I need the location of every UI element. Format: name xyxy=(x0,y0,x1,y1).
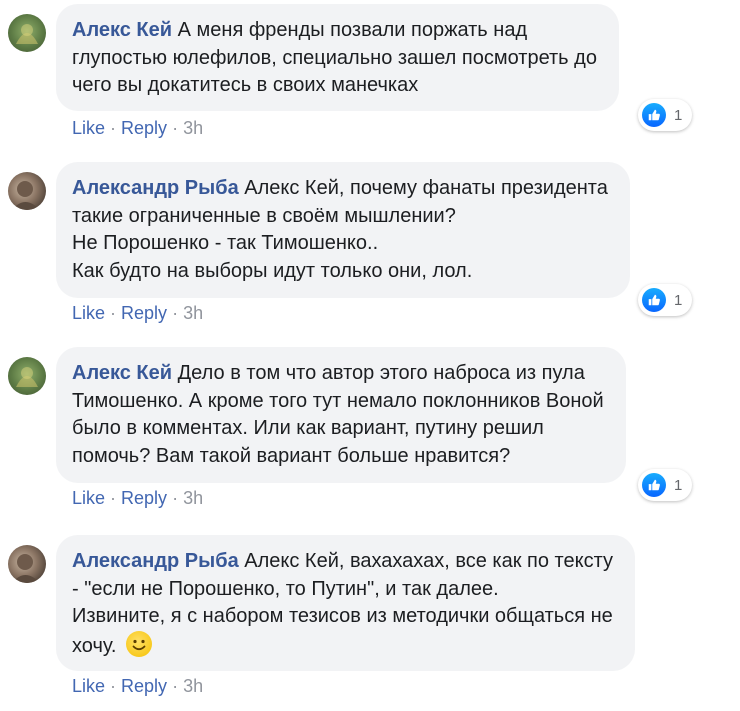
like-link[interactable]: Like xyxy=(72,488,105,508)
comment-text: Алекс Кей, почему фанаты президента xyxy=(244,177,608,199)
comment-text-line: Алекс Кей А меня френды позвали поржать … xyxy=(72,17,597,45)
reply-link[interactable]: Reply xyxy=(121,118,167,138)
reaction-count: 1 xyxy=(674,291,683,309)
avatar[interactable] xyxy=(8,545,46,583)
timestamp[interactable]: 3h xyxy=(183,676,203,696)
thumbs-up-icon xyxy=(642,103,666,127)
like-link[interactable]: Like xyxy=(72,118,105,138)
avatar[interactable] xyxy=(8,357,46,395)
comment-text-line: было в комментах. Или как вариант, путин… xyxy=(72,417,544,439)
comment-text: А меня френды позвали поржать над xyxy=(177,19,528,41)
comment-bubble: Алекс Кей Дело в том что автор этого наб… xyxy=(56,347,626,483)
comment-author[interactable]: Александр Рыба xyxy=(72,550,239,572)
comment-text-line: Александр Рыба Алекс Кей, почему фанаты … xyxy=(72,175,608,203)
avatar[interactable] xyxy=(8,14,46,52)
comment-actions: Like · Reply · 3h xyxy=(72,118,203,139)
comment-actions: Like · Reply · 3h xyxy=(72,488,203,509)
comment-bubble: Александр Рыба Алекс Кей, почему фанаты … xyxy=(56,162,630,298)
comment-text-line: Как будто на выборы идут только они, лол… xyxy=(72,259,473,282)
thumbs-up-icon xyxy=(642,288,666,312)
comment-text-line: хочу. xyxy=(72,630,613,661)
separator: · xyxy=(105,676,122,696)
comment-author[interactable]: Алекс Кей xyxy=(72,362,172,384)
comment-text-line: Извините, я с набором тезисов из методич… xyxy=(72,605,613,627)
reaction-count: 1 xyxy=(674,476,683,494)
comment-text-line: чего вы докатитесь в своих манечках xyxy=(72,74,419,96)
reply-link[interactable]: Reply xyxy=(121,303,167,323)
reaction-badge[interactable]: 1 xyxy=(638,284,693,316)
smiling-face-icon xyxy=(126,630,152,657)
comment-text: Алекс Кей, вахахахах, все как по тексту xyxy=(244,550,613,572)
timestamp[interactable]: 3h xyxy=(183,303,203,323)
comment-text-line: помочь? Вам такой вариант больше нравитс… xyxy=(72,444,511,467)
separator: · xyxy=(167,488,184,508)
comment-text: Дело в том что автор этого наброса из пу… xyxy=(177,362,585,384)
comment-author[interactable]: Александр Рыба xyxy=(72,177,239,199)
timestamp[interactable]: 3h xyxy=(183,488,203,508)
avatar[interactable] xyxy=(8,172,46,210)
comment-text-line: Не Порошенко - так Тимошенко.. xyxy=(72,232,379,254)
comment-text-line: Алекс Кей Дело в том что автор этого наб… xyxy=(72,360,604,388)
comment-text-line: глупостью юлефилов, специально зашел пос… xyxy=(72,46,597,69)
comment-bubble: Александр Рыба Алекс Кей, вахахахах, все… xyxy=(56,535,635,671)
comment-actions: Like · Reply · 3h xyxy=(72,303,203,324)
comment-text-line: Тимошенко. А кроме того тут немало покло… xyxy=(72,389,604,412)
reaction-badge[interactable]: 1 xyxy=(638,99,693,131)
like-link[interactable]: Like xyxy=(72,303,105,323)
separator: · xyxy=(167,118,184,138)
reply-link[interactable]: Reply xyxy=(121,676,167,696)
separator: · xyxy=(105,303,122,323)
comment-text-line: такие ограниченные в своём мышлении? xyxy=(72,204,456,227)
like-link[interactable]: Like xyxy=(72,676,105,696)
timestamp[interactable]: 3h xyxy=(183,118,203,138)
separator: · xyxy=(105,488,122,508)
thumbs-up-icon xyxy=(642,473,666,497)
reaction-count: 1 xyxy=(674,106,683,124)
separator: · xyxy=(167,676,184,696)
comment-text: хочу. xyxy=(72,634,117,657)
comment-text-line: Александр Рыба Алекс Кей, вахахахах, все… xyxy=(72,548,613,576)
comment-bubble: Алекс Кей А меня френды позвали поржать … xyxy=(56,4,619,111)
comment-author[interactable]: Алекс Кей xyxy=(72,19,172,41)
separator: · xyxy=(167,303,184,323)
comment-actions: Like · Reply · 3h xyxy=(72,676,203,697)
reply-link[interactable]: Reply xyxy=(121,488,167,508)
reaction-badge[interactable]: 1 xyxy=(638,469,693,501)
separator: · xyxy=(105,118,122,138)
comment-text-line: - "если не Порошенко, то Путин", и так д… xyxy=(72,577,499,600)
